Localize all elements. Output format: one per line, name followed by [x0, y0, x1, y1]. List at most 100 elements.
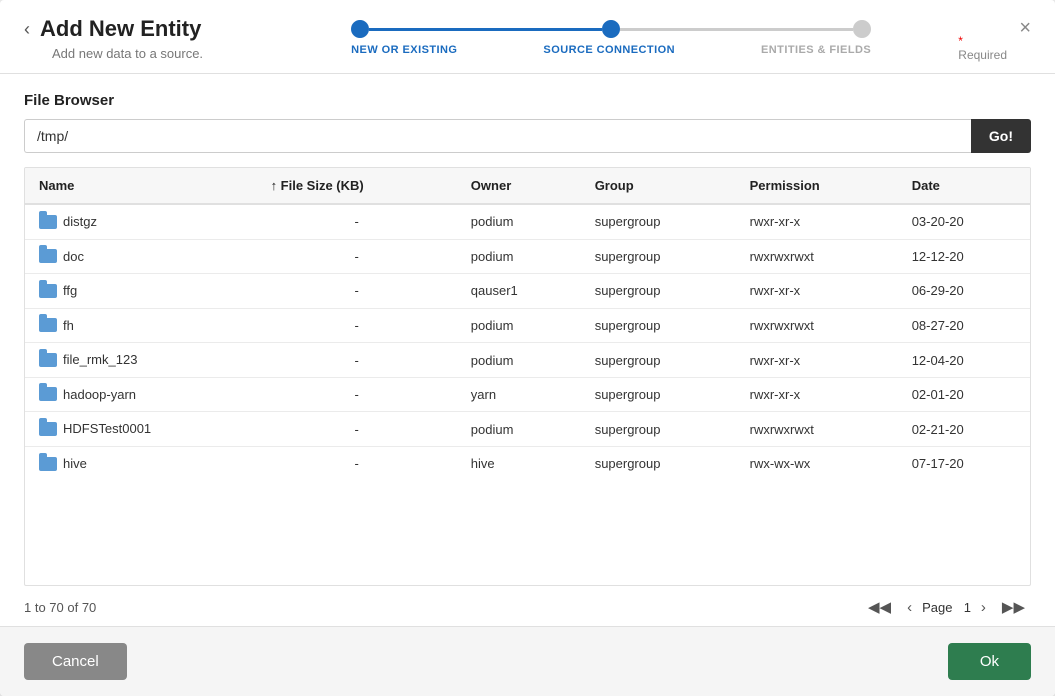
cell-date: 02-01-20	[898, 377, 1030, 412]
cell-owner: qauser1	[457, 274, 581, 309]
folder-icon	[39, 284, 57, 298]
pagination-controls: ◀◀ ‹ Page 1 › ▶▶	[862, 596, 1031, 618]
cell-size: -	[257, 343, 457, 378]
cell-size: -	[257, 274, 457, 309]
cell-group: supergroup	[581, 412, 736, 447]
folder-icon	[39, 215, 57, 229]
cell-size: -	[257, 377, 457, 412]
cell-group: supergroup	[581, 204, 736, 239]
required-note: * Required	[958, 34, 1007, 62]
step-dot-1	[351, 20, 369, 38]
cell-name: file_rmk_123	[25, 343, 257, 378]
cell-permission: rwx-wx-wx	[736, 446, 898, 480]
table-row[interactable]: fh - podium supergroup rwxrwxrwxt 08-27-…	[25, 308, 1030, 343]
folder-icon	[39, 422, 57, 436]
cell-group: supergroup	[581, 308, 736, 343]
cell-permission: rwxr-xr-x	[736, 274, 898, 309]
cell-size: -	[257, 308, 457, 343]
cell-owner: hive	[457, 446, 581, 480]
next-page-button[interactable]: ›	[975, 597, 992, 618]
cell-size: -	[257, 446, 457, 480]
col-date: Date	[898, 168, 1030, 204]
folder-icon	[39, 249, 57, 263]
table-row[interactable]: distgz - podium supergroup rwxr-xr-x 03-…	[25, 204, 1030, 239]
last-page-button[interactable]: ▶▶	[996, 596, 1031, 618]
page-label: Page	[922, 600, 960, 615]
pagination-bar: 1 to 70 of 70 ◀◀ ‹ Page 1 › ▶▶	[24, 586, 1031, 626]
step-dot-2	[602, 20, 620, 38]
file-table-wrapper[interactable]: Name ↑ File Size (KB) Owner Group Permis…	[24, 167, 1031, 586]
cell-permission: rwxr-xr-x	[736, 204, 898, 239]
cell-date: 08-27-20	[898, 308, 1030, 343]
modal-subtitle: Add new data to a source.	[52, 46, 203, 61]
modal-footer: Cancel Ok	[0, 626, 1055, 696]
go-button[interactable]: Go!	[971, 119, 1031, 153]
ok-button[interactable]: Ok	[948, 643, 1031, 680]
file-table: Name ↑ File Size (KB) Owner Group Permis…	[25, 168, 1030, 481]
table-row[interactable]: ffg - qauser1 supergroup rwxr-xr-x 06-29…	[25, 274, 1030, 309]
cell-date: 02-21-20	[898, 412, 1030, 447]
col-group: Group	[581, 168, 736, 204]
cell-name: hadoop-yarn	[25, 377, 257, 412]
cell-size: -	[257, 412, 457, 447]
cell-owner: podium	[457, 412, 581, 447]
path-input[interactable]	[24, 119, 971, 153]
cell-date: 06-29-20	[898, 274, 1030, 309]
page-range-text: 1 to 70 of 70	[24, 600, 96, 615]
cell-permission: rwxr-xr-x	[736, 377, 898, 412]
cell-date: 12-04-20	[898, 343, 1030, 378]
modal-container: ‹ Add New Entity Add new data to a sourc…	[0, 0, 1055, 696]
step-label-1[interactable]: NEW OR EXISTING	[351, 44, 457, 56]
step-label-2[interactable]: SOURCE CONNECTION	[543, 44, 675, 56]
cell-size: -	[257, 239, 457, 274]
cell-group: supergroup	[581, 343, 736, 378]
path-row: Go!	[24, 119, 1031, 153]
cell-permission: rwxrwxrwxt	[736, 412, 898, 447]
cell-group: supergroup	[581, 377, 736, 412]
back-arrow-icon[interactable]: ‹	[24, 19, 30, 40]
table-row[interactable]: file_rmk_123 - podium supergroup rwxr-xr…	[25, 343, 1030, 378]
header-left: ‹ Add New Entity Add new data to a sourc…	[24, 16, 203, 61]
cell-group: supergroup	[581, 446, 736, 480]
cell-group: supergroup	[581, 274, 736, 309]
close-button[interactable]: ×	[1019, 18, 1031, 38]
cell-permission: rwxrwxrwxt	[736, 239, 898, 274]
col-name: Name	[25, 168, 257, 204]
cell-owner: podium	[457, 308, 581, 343]
cell-owner: podium	[457, 239, 581, 274]
step-label-3: ENTITIES & FIELDS	[761, 44, 871, 56]
step-line-1	[369, 28, 602, 31]
cell-name: fh	[25, 308, 257, 343]
cell-name: hive	[25, 446, 257, 480]
cell-date: 12-12-20	[898, 239, 1030, 274]
cell-owner: podium	[457, 204, 581, 239]
cell-permission: rwxrwxrwxt	[736, 308, 898, 343]
sort-asc-icon: ↑	[271, 178, 278, 193]
col-size[interactable]: ↑ File Size (KB)	[257, 168, 457, 204]
table-row[interactable]: doc - podium supergroup rwxrwxrwxt 12-12…	[25, 239, 1030, 274]
step-line-2	[620, 28, 853, 31]
folder-icon	[39, 457, 57, 471]
modal-title: Add New Entity	[40, 16, 201, 42]
cell-owner: yarn	[457, 377, 581, 412]
folder-icon	[39, 353, 57, 367]
table-row[interactable]: HDFSTest0001 - podium supergroup rwxrwxr…	[25, 412, 1030, 447]
col-permission: Permission	[736, 168, 898, 204]
cell-name: HDFSTest0001	[25, 412, 257, 447]
table-row[interactable]: hive - hive supergroup rwx-wx-wx 07-17-2…	[25, 446, 1030, 480]
modal-body: File Browser Go! Name ↑ File Size (KB) O…	[0, 74, 1055, 626]
current-page: 1	[964, 600, 971, 615]
stepper-area: NEW OR EXISTING SOURCE CONNECTION ENTITI…	[203, 16, 1019, 56]
table-row[interactable]: hadoop-yarn - yarn supergroup rwxr-xr-x …	[25, 377, 1030, 412]
cell-size: -	[257, 204, 457, 239]
cell-name: distgz	[25, 204, 257, 239]
cancel-button[interactable]: Cancel	[24, 643, 127, 680]
folder-icon	[39, 318, 57, 332]
cell-owner: podium	[457, 343, 581, 378]
cell-permission: rwxr-xr-x	[736, 343, 898, 378]
cell-date: 03-20-20	[898, 204, 1030, 239]
cell-name: ffg	[25, 274, 257, 309]
prev-page-button[interactable]: ‹	[901, 597, 918, 618]
cell-group: supergroup	[581, 239, 736, 274]
first-page-button[interactable]: ◀◀	[862, 596, 897, 618]
